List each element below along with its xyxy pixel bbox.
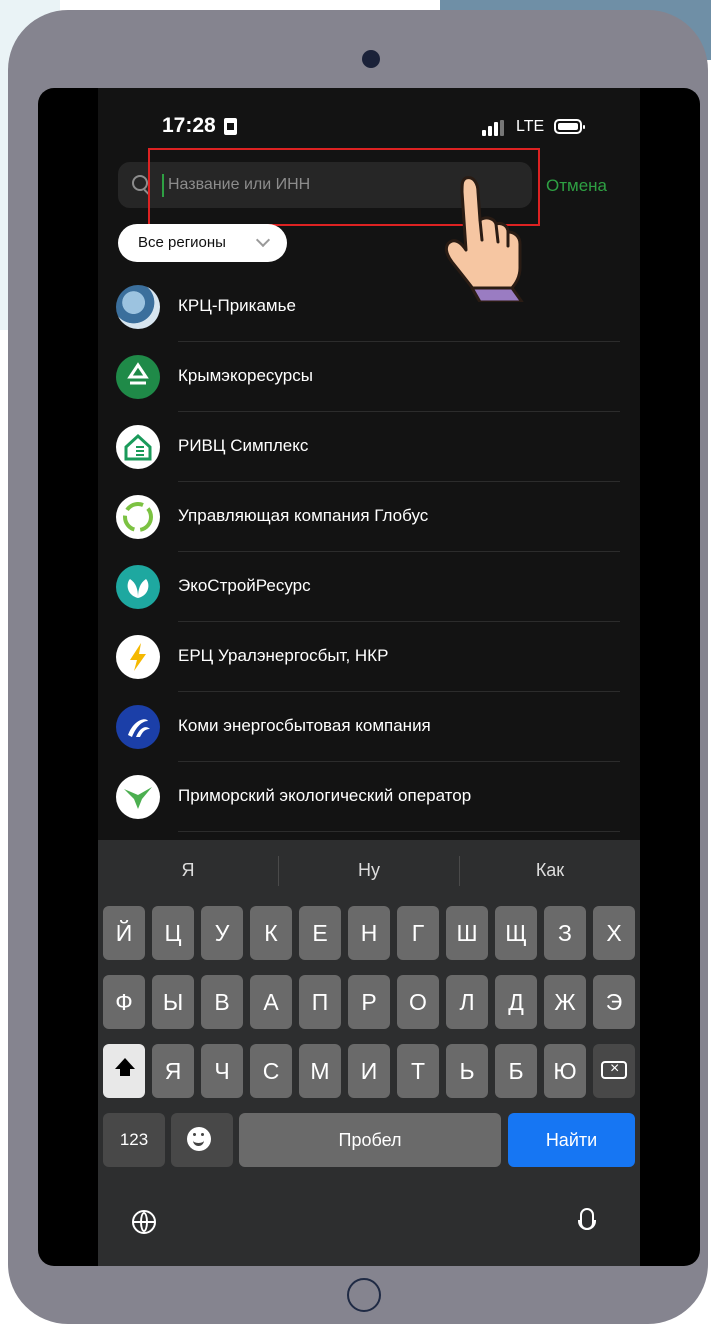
suggestion-item[interactable]: Как — [460, 860, 640, 881]
key[interactable]: Ц — [152, 906, 194, 960]
key[interactable]: К — [250, 906, 292, 960]
suggestion-item[interactable]: Я — [98, 860, 278, 881]
backspace-icon — [601, 1057, 627, 1081]
phone-screen: 17:28 LTE Отмена Все регионы — [38, 88, 700, 1266]
key[interactable]: Я — [152, 1044, 194, 1098]
key[interactable]: Х — [593, 906, 635, 960]
list-item[interactable]: ЕРЦ Уралэнергосбыт, НКР — [98, 622, 640, 692]
key[interactable]: Т — [397, 1044, 439, 1098]
battery-icon — [554, 119, 585, 134]
shift-icon — [115, 1058, 135, 1076]
leaf-logo-icon — [116, 565, 160, 609]
camera-icon — [362, 50, 380, 68]
key[interactable]: Э — [593, 975, 635, 1029]
key[interactable]: М — [299, 1044, 341, 1098]
space-key[interactable]: Пробел — [239, 1113, 501, 1167]
microphone-icon[interactable] — [578, 1208, 596, 1230]
region-filter-label: Все регионы — [138, 234, 226, 251]
key[interactable]: Л — [446, 975, 488, 1029]
list-item[interactable]: КРЦ-Прикамье — [98, 272, 640, 342]
key[interactable]: Б — [495, 1044, 537, 1098]
key[interactable]: И — [348, 1044, 390, 1098]
list-item[interactable]: Крымэкоресурсы — [98, 342, 640, 412]
list-item[interactable]: Коми энергосбытовая компания — [98, 692, 640, 762]
key[interactable]: Ь — [446, 1044, 488, 1098]
key[interactable]: Г — [397, 906, 439, 960]
krc-logo-icon — [116, 285, 160, 329]
key[interactable]: Н — [348, 906, 390, 960]
key[interactable]: Ф — [103, 975, 145, 1029]
divider — [178, 831, 620, 832]
key[interactable]: Ю — [544, 1044, 586, 1098]
suggestion-item[interactable]: Ну — [279, 860, 459, 881]
key[interactable]: Ш — [446, 906, 488, 960]
status-time: 17:28 — [162, 114, 216, 137]
pointing-hand-icon — [444, 176, 524, 302]
list-item[interactable]: Управляющая компания Глобус — [98, 482, 640, 552]
list-item-label: ЭкоСтройРесурс — [178, 576, 311, 595]
key[interactable]: В — [201, 975, 243, 1029]
network-label: LTE — [516, 118, 545, 135]
search-key[interactable]: Найти — [508, 1113, 635, 1167]
list-item-label: Приморский экологический оператор — [178, 786, 472, 805]
region-filter-button[interactable]: Все регионы — [118, 224, 287, 262]
komi-logo-icon — [116, 705, 160, 749]
list-item[interactable]: РИВЦ Симплекс — [98, 412, 640, 482]
key[interactable]: Й — [103, 906, 145, 960]
emoji-key[interactable] — [171, 1113, 233, 1167]
cancel-button[interactable]: Отмена — [546, 176, 607, 196]
sim-card-icon — [224, 118, 237, 135]
list-item-label: Управляющая компания Глобус — [178, 506, 429, 525]
list-item-label: РИВЦ Симплекс — [178, 436, 309, 455]
globe-icon[interactable] — [132, 1210, 156, 1234]
key[interactable]: П — [299, 975, 341, 1029]
home-button[interactable] — [347, 1278, 381, 1312]
phone-frame: 17:28 LTE Отмена Все регионы — [8, 10, 708, 1324]
list-item-label: Крымэкоресурсы — [178, 366, 313, 385]
keyboard: Я Ну Как Й Ц У К Е Н Г Ш Щ З Х Ф Ы В А П… — [98, 840, 640, 1266]
key[interactable]: Щ — [495, 906, 537, 960]
list-item-label: ЕРЦ Уралэнергосбыт, НКР — [178, 646, 389, 665]
recycle-logo-icon — [116, 355, 160, 399]
key[interactable]: У — [201, 906, 243, 960]
recycle-leaf-logo-icon — [116, 495, 160, 539]
bird-logo-icon — [116, 775, 160, 819]
numbers-key[interactable]: 123 — [103, 1113, 165, 1167]
key[interactable]: Ж — [544, 975, 586, 1029]
signal-icon — [482, 120, 504, 136]
key[interactable]: З — [544, 906, 586, 960]
key[interactable]: Р — [348, 975, 390, 1029]
search-icon — [132, 175, 148, 191]
list-item-label: Коми энергосбытовая компания — [178, 716, 431, 735]
key[interactable]: Ы — [152, 975, 194, 1029]
emoji-icon — [187, 1127, 211, 1151]
key[interactable]: О — [397, 975, 439, 1029]
house-logo-icon — [116, 425, 160, 469]
key[interactable]: Ч — [201, 1044, 243, 1098]
shift-key[interactable] — [103, 1044, 145, 1098]
list-item[interactable]: Приморский экологический оператор — [98, 762, 640, 832]
app-screen: 17:28 LTE Отмена Все регионы — [98, 88, 640, 1266]
list-item-label: КРЦ-Прикамье — [178, 296, 296, 315]
key[interactable]: Д — [495, 975, 537, 1029]
key[interactable]: А — [250, 975, 292, 1029]
lightning-logo-icon — [116, 635, 160, 679]
list-item[interactable]: ЭкоСтройРесурс — [98, 552, 640, 622]
key[interactable]: С — [250, 1044, 292, 1098]
key[interactable]: Е — [299, 906, 341, 960]
backspace-key[interactable] — [593, 1044, 635, 1098]
chevron-down-icon — [255, 232, 271, 248]
